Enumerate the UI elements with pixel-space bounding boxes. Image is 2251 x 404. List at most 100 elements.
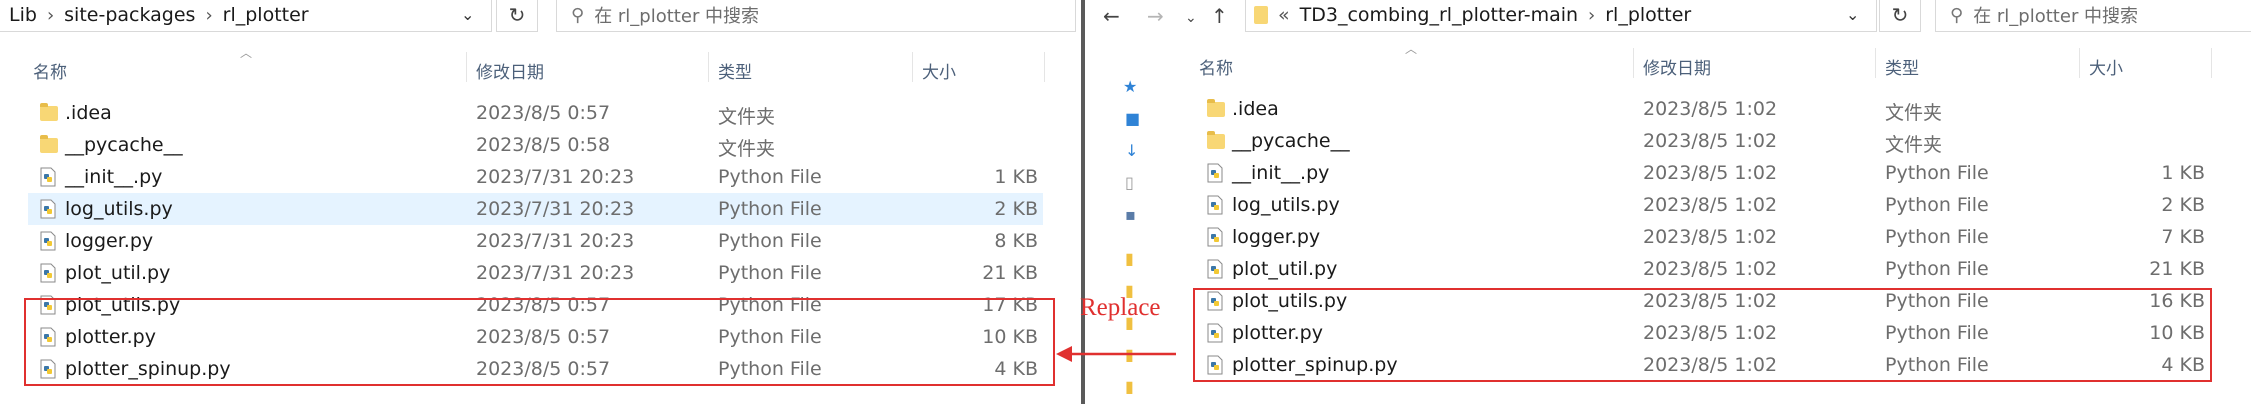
- file-size: 21 KB: [2149, 258, 2205, 280]
- column-header-type[interactable]: 类型: [1885, 54, 1919, 79]
- breadcrumb-item[interactable]: rl_plotter: [223, 4, 309, 26]
- file-row[interactable]: plot_util.py 2023/7/31 20:23 Python File 21…: [28, 257, 1043, 289]
- column-header-name[interactable]: 名称: [33, 58, 67, 83]
- highlight-box: [24, 298, 1055, 386]
- python-file-icon: [1207, 227, 1223, 247]
- file-row[interactable]: log_utils.py 2023/7/31 20:23 Python File 2 …: [28, 193, 1043, 225]
- refresh-icon: ↻: [1891, 3, 1909, 27]
- column-divider[interactable]: [708, 52, 709, 82]
- arrow-head-icon: [1056, 346, 1072, 362]
- file-date: 2023/8/5 1:02: [1643, 258, 1778, 280]
- file-row[interactable]: plot_util.py 2023/8/5 1:02 Python File 21 K…: [1195, 253, 2210, 285]
- column-header-type[interactable]: 类型: [718, 58, 752, 83]
- file-row[interactable]: .idea 2023/8/5 0:57 文件夹: [28, 97, 1043, 129]
- column-divider[interactable]: [2079, 48, 2080, 78]
- file-name: __pycache__: [1232, 130, 1350, 152]
- download-icon[interactable]: ↓: [1125, 141, 1138, 160]
- file-date: 2023/8/5 1:02: [1643, 162, 1778, 184]
- chevron-down-icon[interactable]: ⌄: [1846, 5, 1859, 24]
- replace-arrow: [1056, 346, 1176, 362]
- folder-icon[interactable]: ▮: [1125, 377, 1134, 396]
- file-date: 2023/8/5 1:02: [1643, 226, 1778, 248]
- file-size: 7 KB: [2161, 226, 2205, 248]
- back-arrow-icon[interactable]: ←: [1103, 4, 1120, 28]
- refresh-button[interactable]: ↻: [1879, 0, 1921, 32]
- file-row[interactable]: __init__.py 2023/7/31 20:23 Python File 1 K…: [28, 161, 1043, 193]
- breadcrumb-item[interactable]: Lib: [9, 4, 37, 26]
- sort-up-icon: ︿: [240, 46, 253, 60]
- file-row[interactable]: __pycache__ 2023/8/5 1:02 文件夹: [1195, 125, 2210, 157]
- folder-icon: [40, 103, 58, 121]
- folder-icon: [40, 135, 58, 153]
- file-date: 2023/8/5 1:02: [1643, 98, 1778, 120]
- search-box[interactable]: ⚲ 在 rl_plotter 中搜索: [1935, 0, 2251, 32]
- breadcrumb-item[interactable]: TD3_combing_rl_plotter-main: [1300, 4, 1578, 26]
- highlight-box: [1193, 288, 2212, 382]
- file-date: 2023/7/31 20:23: [476, 198, 635, 220]
- file-size: 1 KB: [994, 166, 1038, 188]
- search-placeholder: 在 rl_plotter 中搜索: [594, 6, 760, 27]
- folder-icon[interactable]: ▮: [1125, 249, 1134, 268]
- refresh-icon: ↻: [508, 3, 526, 27]
- column-header-size[interactable]: 大小: [2089, 54, 2123, 79]
- file-date: 2023/7/31 20:23: [476, 166, 635, 188]
- file-type: 文件夹: [718, 106, 776, 128]
- breadcrumb-overflow[interactable]: «: [1278, 4, 1290, 26]
- python-file-icon: [40, 199, 56, 219]
- file-name: logger.py: [1232, 226, 1321, 248]
- up-arrow-icon[interactable]: ↑: [1211, 4, 1228, 28]
- file-size: 1 KB: [2161, 162, 2205, 184]
- sort-up-icon: ︿: [1405, 42, 1418, 56]
- left-explorer-window: Lib › site-packages › rl_plotter ⌄ ↻ ⚲ 在…: [0, 0, 1081, 404]
- file-date: 2023/8/5 1:02: [1643, 130, 1778, 152]
- refresh-button[interactable]: ↻: [496, 0, 538, 32]
- file-row[interactable]: __pycache__ 2023/8/5 0:58 文件夹: [28, 129, 1043, 161]
- file-row[interactable]: logger.py 2023/7/31 20:23 Python File 8 KB: [28, 225, 1043, 257]
- breadcrumb-item[interactable]: rl_plotter: [1605, 4, 1691, 26]
- file-name: .idea: [65, 102, 112, 124]
- search-icon: ⚲: [571, 4, 585, 26]
- column-divider[interactable]: [466, 52, 467, 82]
- column-divider[interactable]: [1633, 48, 1634, 78]
- file-row[interactable]: logger.py 2023/8/5 1:02 Python File 7 KB: [1195, 221, 2210, 253]
- file-row[interactable]: log_utils.py 2023/8/5 1:02 Python File 2 KB: [1195, 189, 2210, 221]
- file-type: 文件夹: [1885, 102, 1943, 124]
- desktop-icon[interactable]: ■: [1125, 109, 1140, 128]
- file-name: logger.py: [65, 230, 154, 252]
- column-divider[interactable]: [1044, 52, 1045, 82]
- document-icon[interactable]: ▯: [1125, 173, 1134, 192]
- column-divider[interactable]: [912, 52, 913, 82]
- recent-locations-icon[interactable]: ⌄: [1185, 10, 1197, 26]
- address-bar[interactable]: « TD3_combing_rl_plotter-main › rl_plott…: [1245, 0, 1877, 32]
- file-size: 2 KB: [2161, 194, 2205, 216]
- column-header-size[interactable]: 大小: [922, 58, 956, 83]
- file-row[interactable]: __init__.py 2023/8/5 1:02 Python File 1 KB: [1195, 157, 2210, 189]
- column-header-date[interactable]: 修改日期: [476, 58, 544, 83]
- chevron-down-icon[interactable]: ⌄: [461, 5, 474, 24]
- file-type: Python File: [1885, 226, 1989, 248]
- file-name: __pycache__: [65, 134, 183, 156]
- forward-arrow-icon[interactable]: →: [1147, 4, 1164, 28]
- folder-icon: [1207, 99, 1225, 117]
- folder-icon: [1207, 131, 1225, 149]
- file-date: 2023/8/5 0:57: [476, 102, 611, 124]
- search-box[interactable]: ⚲ 在 rl_plotter 中搜索: [556, 0, 1076, 32]
- column-header-name[interactable]: 名称: [1199, 54, 1233, 79]
- file-name: log_utils.py: [65, 198, 173, 220]
- file-name: .idea: [1232, 98, 1279, 120]
- file-size: 2 KB: [994, 198, 1038, 220]
- file-type: Python File: [1885, 258, 1989, 280]
- column-divider[interactable]: [1875, 48, 1876, 78]
- pictures-icon[interactable]: ▪: [1125, 205, 1136, 224]
- file-type: 文件夹: [1885, 134, 1943, 156]
- file-type: Python File: [718, 262, 822, 284]
- star-icon[interactable]: ★: [1123, 77, 1137, 96]
- column-header-date[interactable]: 修改日期: [1643, 54, 1711, 79]
- column-divider[interactable]: [2211, 48, 2212, 78]
- python-file-icon: [40, 231, 56, 251]
- file-size: 21 KB: [982, 262, 1038, 284]
- file-row[interactable]: .idea 2023/8/5 1:02 文件夹: [1195, 93, 2210, 125]
- address-bar[interactable]: Lib › site-packages › rl_plotter ⌄: [0, 0, 492, 32]
- breadcrumb-item[interactable]: site-packages: [64, 4, 195, 26]
- chevron-right-icon: ›: [205, 4, 213, 26]
